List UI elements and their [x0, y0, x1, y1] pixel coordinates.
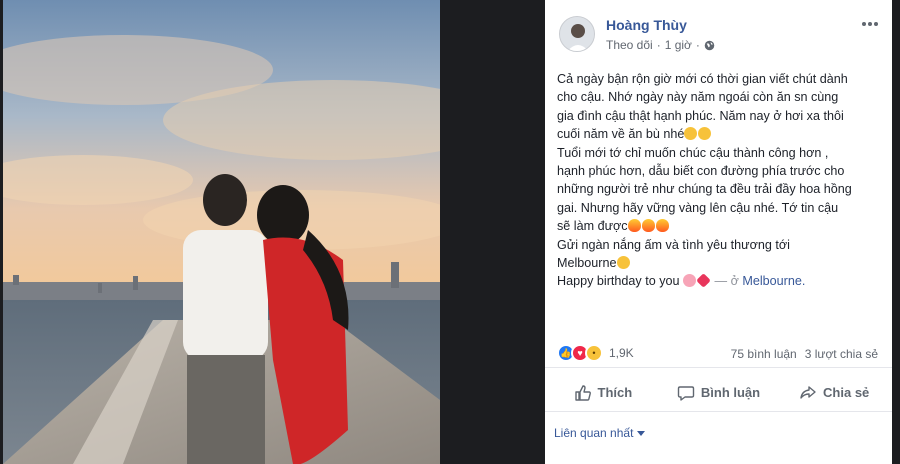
post-panel: Hoàng Thùy Theo dõi · 1 giờ · Cả ngày bậ… — [545, 0, 892, 464]
comment-label: Bình luận — [700, 385, 761, 400]
fire-emoji-icon — [627, 219, 641, 233]
post-time[interactable]: 1 giờ — [665, 38, 692, 52]
post-text-segment: Happy birthday to you — [557, 274, 680, 289]
comment-icon — [677, 385, 695, 401]
post-text-line: Tuổi mới tớ chỉ muốn chúc cậu thành công… — [557, 145, 829, 160]
author-avatar[interactable] — [559, 16, 595, 52]
post-actions: Thích Bình luận Chia sẻ — [545, 374, 892, 412]
blossom-emoji-icon — [683, 274, 697, 288]
reactions-summary[interactable]: 👍 ♥ • 1,9K — [557, 344, 634, 362]
post-header: Hoàng Thùy Theo dõi · 1 giờ · — [545, 0, 892, 62]
post-text-line: gai. Nhưng hãy vững vàng lên cậu nhé. Tớ… — [557, 200, 839, 215]
post-text-segment: cuối năm về ăn bù nhé — [557, 127, 685, 142]
heart-emoji-icon — [696, 273, 711, 289]
share-count[interactable]: 3 lượt chia sẻ — [805, 347, 878, 361]
like-button[interactable]: Thích — [545, 374, 661, 411]
post-text-line: những người trẻ như chúng ta đều trải đầ… — [557, 182, 852, 197]
post-text-line: Melbourne — [557, 254, 857, 272]
smile-emoji-icon — [684, 127, 698, 141]
smiling-hearts-emoji-icon — [616, 256, 630, 270]
follow-link[interactable]: Theo dõi — [606, 38, 653, 52]
post-text-line: Gửi ngàn nắng ấm và tình yêu thương tới — [557, 237, 790, 252]
fire-emoji-icon — [655, 219, 669, 233]
meta-separator: · — [656, 38, 661, 52]
post-text-segment: sẽ làm được — [557, 219, 628, 234]
photo-image — [3, 0, 440, 464]
post-text-line: gia đình cậu thật hạnh phúc. Năm nay ở h… — [557, 108, 844, 123]
meta-separator: · — [695, 38, 700, 52]
more-dots-icon[interactable] — [860, 18, 880, 30]
comment-count[interactable]: 75 bình luận — [731, 347, 797, 361]
comment-sort-label: Liên quan nhất — [554, 426, 634, 440]
share-icon — [800, 385, 816, 399]
post-text-line: sẽ làm được — [557, 217, 857, 235]
author-name[interactable]: Hoàng Thùy — [606, 17, 687, 33]
comment-button[interactable]: Bình luận — [661, 374, 777, 411]
engagement-counts: 75 bình luận 3 lượt chia sẻ — [731, 347, 878, 361]
post-text: Cả ngày bận rộn giờ mới có thời gian viế… — [557, 70, 857, 291]
fire-emoji-icon — [641, 219, 655, 233]
thumbs-up-icon — [574, 384, 591, 401]
comment-sort-dropdown[interactable]: Liên quan nhất — [554, 426, 646, 440]
post-text-line: Happy birthday to you — ở Melbourne. — [557, 272, 857, 290]
share-button[interactable]: Chia sẻ — [776, 374, 892, 411]
share-label: Chia sẻ — [823, 385, 870, 400]
avatar-image — [560, 17, 594, 51]
reaction-count[interactable]: 1,9K — [609, 346, 634, 360]
location-link[interactable]: Melbourne. — [742, 274, 805, 288]
post-text-line: Cả ngày bận rộn giờ mới có thời gian viế… — [557, 72, 848, 86]
like-label: Thích — [597, 385, 633, 400]
post-text-line: hạnh phúc hơn, dẫu biết con đường phía t… — [557, 164, 845, 179]
post-text-line: cho cậu. Nhớ ngày này năm ngoái còn ăn s… — [557, 90, 839, 105]
post-stats: 👍 ♥ • 1,9K 75 bình luận 3 lượt chia sẻ — [545, 338, 892, 368]
post-text-segment: Melbourne — [557, 256, 617, 271]
caret-down-icon — [637, 430, 646, 436]
location-prefix: — ở — [714, 274, 739, 289]
wow-reaction-icon: • — [585, 344, 603, 362]
globe-icon[interactable] — [704, 40, 715, 51]
post-photo[interactable] — [3, 0, 440, 464]
post-text-line: cuối năm về ăn bù nhé — [557, 125, 857, 143]
grin-emoji-icon — [698, 127, 712, 141]
post-meta: Theo dõi · 1 giờ · — [606, 38, 715, 52]
